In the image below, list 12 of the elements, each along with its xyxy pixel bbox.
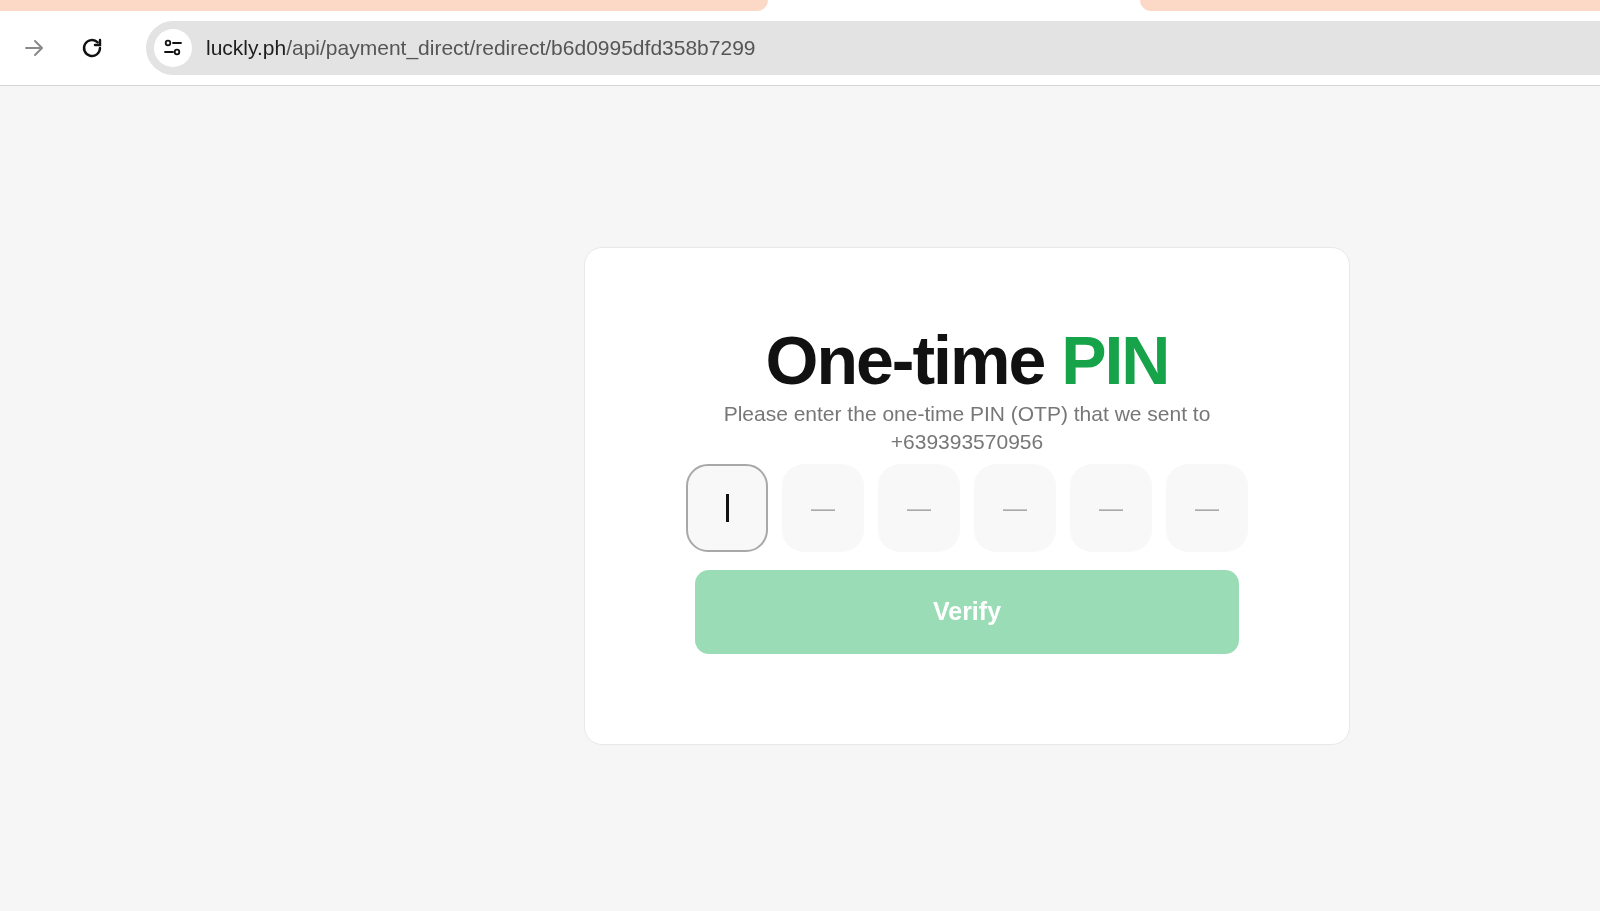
site-settings-icon[interactable] — [154, 29, 192, 67]
instructions-text: Please enter the one-time PIN (OTP) that we sent to +639393570956 — [722, 401, 1212, 455]
pin-input-field[interactable] — [686, 464, 768, 552]
pin-input-field[interactable]: — — [878, 464, 960, 552]
pin-input-field[interactable]: — — [1070, 464, 1152, 552]
reload-icon[interactable] — [80, 36, 104, 60]
pin-input-field[interactable]: — — [782, 464, 864, 552]
pin-input-field[interactable]: — — [1166, 464, 1248, 552]
pin-input-field[interactable]: — — [974, 464, 1056, 552]
address-bar[interactable]: luckly.ph/api/payment_direct/redirect/b6d0995dfd358b7299 — [146, 21, 1600, 75]
card-title: One-time PIN — [765, 322, 1169, 398]
text-cursor-icon — [725, 494, 729, 522]
